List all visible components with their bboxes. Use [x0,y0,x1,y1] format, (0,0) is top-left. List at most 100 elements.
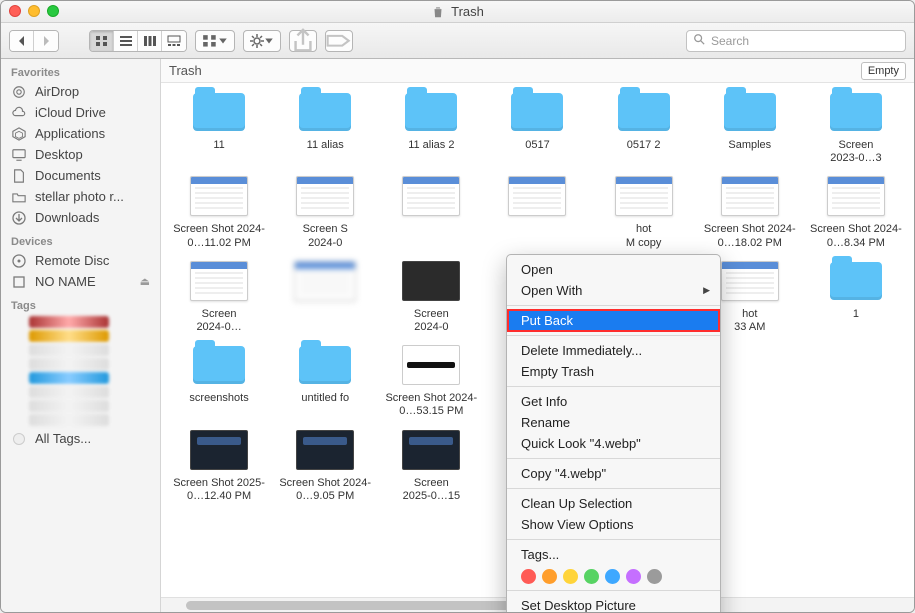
ctx-open-with[interactable]: Open With [507,280,720,301]
eject-icon[interactable]: ⏏ [140,275,150,288]
file-item[interactable] [485,171,589,251]
file-label: Screen Shot 2024-0…11.02 PM [169,223,269,249]
sidebar-label: AirDrop [35,84,79,99]
file-item[interactable]: 0517 [485,87,589,167]
airdrop-icon [11,85,27,99]
sidebar-item-noname[interactable]: NO NAME ⏏ [1,271,160,292]
group-by-dropdown[interactable] [195,30,235,52]
location-title: Trash [169,63,202,78]
file-item[interactable]: Screen2024-0 [379,256,483,336]
file-item[interactable]: Samples [698,87,802,167]
share-button[interactable] [289,30,317,52]
gallery-view-button[interactable] [162,31,186,51]
ctx-set-desktop[interactable]: Set Desktop Picture [507,595,720,612]
file-item[interactable]: Screen Shot 2024-0…11.02 PM [167,171,271,251]
ctx-separator [507,458,720,459]
minimize-button[interactable] [28,5,40,17]
file-label: Screen2024-0… [196,308,241,334]
sidebar-item-documents[interactable]: Documents [1,165,160,186]
ctx-delete-immediately[interactable]: Delete Immediately... [507,340,720,361]
sidebar-item-downloads[interactable]: Downloads [1,207,160,228]
forward-button[interactable] [34,31,58,51]
file-label: Screen Shot 2024-0…53.15 PM [381,392,481,418]
disc-icon [11,254,27,268]
back-button[interactable] [10,31,34,51]
ctx-put-back[interactable]: Put Back [507,310,720,331]
empty-trash-button[interactable]: Empty [861,62,906,80]
ctx-put-back-label: Put Back [521,313,573,328]
sidebar: Favorites AirDrop iCloud Drive Applicati… [1,59,161,612]
tag-color-dot[interactable] [584,569,599,584]
file-label: Screen Shot 2024-0…18.02 PM [700,223,800,249]
sidebar-label: All Tags... [35,431,91,446]
action-dropdown[interactable] [243,30,281,52]
sidebar-item-applications[interactable]: Applications [1,123,160,144]
file-label: untitled fo [301,392,349,405]
file-item[interactable]: Screen Shot 2024-0…9.05 PM [273,425,377,505]
file-item[interactable]: 11 alias 2 [379,87,483,167]
file-item[interactable] [379,171,483,251]
sidebar-item-remote-disc[interactable]: Remote Disc [1,250,160,271]
main-area: Trash Empty 1111 alias 11 alias 2 05170517… [161,59,914,612]
file-item[interactable]: Screen Shot 2025-0…12.40 PM [167,425,271,505]
file-item[interactable] [273,256,377,336]
ctx-rename[interactable]: Rename [507,412,720,433]
tags-button[interactable] [325,30,353,52]
view-mode-segment [89,30,187,52]
file-thumbnail [188,258,250,304]
ctx-view-options[interactable]: Show View Options [507,514,720,535]
file-item[interactable]: 1 [804,256,908,336]
file-thumbnail [506,173,568,219]
documents-icon [11,169,27,183]
file-item[interactable]: 0517 2 [592,87,696,167]
file-item[interactable]: 11 [167,87,271,167]
file-label: Screen2025-0…15 [403,477,461,503]
file-thumbnail [719,89,781,135]
maximize-button[interactable] [47,5,59,17]
search-field[interactable]: Search [686,30,906,52]
file-item[interactable]: 11 alias [273,87,377,167]
tag-color-dot[interactable] [647,569,662,584]
sidebar-item-all-tags[interactable]: All Tags... [1,428,160,449]
sidebar-item-airdrop[interactable]: AirDrop [1,81,160,102]
close-button[interactable] [9,5,21,17]
sidebar-item-desktop[interactable]: Desktop [1,144,160,165]
ctx-quick-look[interactable]: Quick Look "4.webp" [507,433,720,454]
tag-color-dot[interactable] [542,569,557,584]
scrollbar-thumb[interactable] [186,601,526,610]
ctx-get-info[interactable]: Get Info [507,391,720,412]
tag-color-dot[interactable] [563,569,578,584]
file-label: 11 alias 2 [408,139,454,152]
tag-color-dot[interactable] [626,569,641,584]
ctx-tags[interactable]: Tags... [507,544,720,565]
file-item[interactable]: Screen2024-0… [167,256,271,336]
tag-color-dot[interactable] [605,569,620,584]
file-item[interactable]: Screen2025-0…15 [379,425,483,505]
titlebar: Trash [1,1,914,23]
ctx-empty-trash[interactable]: Empty Trash [507,361,720,382]
file-item[interactable]: Screen2023-0…3 [804,87,908,167]
file-item[interactable]: untitled fo [273,340,377,420]
ctx-clean-up[interactable]: Clean Up Selection [507,493,720,514]
ctx-open[interactable]: Open [507,259,720,280]
file-item[interactable]: Screen Shot 2024-0…8.34 PM [804,171,908,251]
file-thumbnail [400,427,462,473]
list-view-button[interactable] [114,31,138,51]
drive-icon [11,275,27,289]
ctx-separator [507,539,720,540]
file-item[interactable]: Screen S2024-0 [273,171,377,251]
icon-view-button[interactable] [90,31,114,51]
file-label: Screen2023-0…3 [830,139,881,165]
context-menu: Open Open With Put Back Delete Immediate… [506,254,721,612]
file-item[interactable]: Screen Shot 2024-0…53.15 PM [379,340,483,420]
file-item[interactable]: hotM copy [592,171,696,251]
file-thumbnail [825,89,887,135]
file-item[interactable]: screenshots [167,340,271,420]
tag-color-dot[interactable] [521,569,536,584]
file-item[interactable]: Screen Shot 2024-0…18.02 PM [698,171,802,251]
sidebar-item-icloud[interactable]: iCloud Drive [1,102,160,123]
sidebar-item-folder[interactable]: stellar photo r... [1,186,160,207]
folder-icon [11,190,27,204]
ctx-copy[interactable]: Copy "4.webp" [507,463,720,484]
column-view-button[interactable] [138,31,162,51]
